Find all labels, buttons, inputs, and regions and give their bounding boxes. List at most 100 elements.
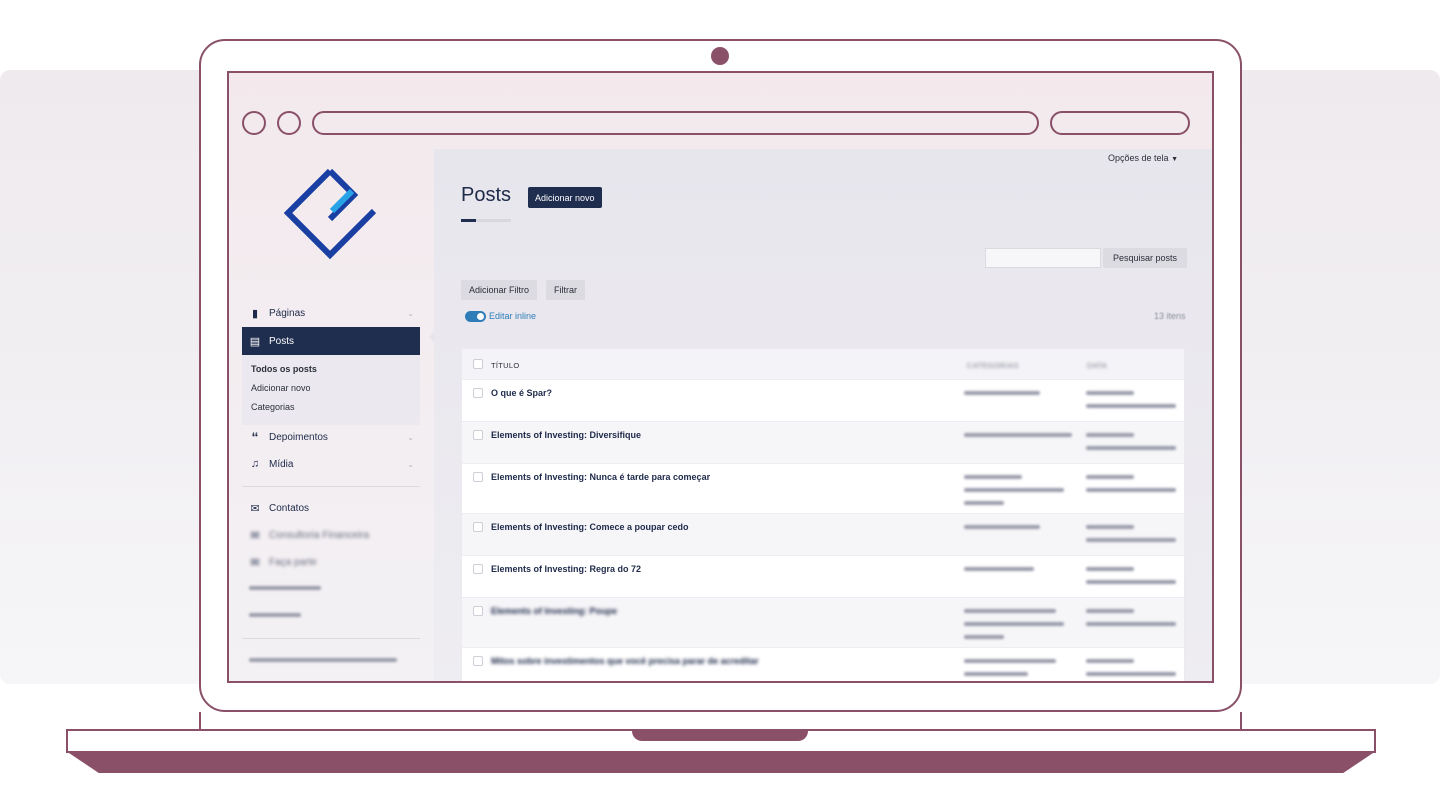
row-checkbox[interactable] xyxy=(473,430,483,440)
blurred-date xyxy=(1086,475,1134,479)
sidebar-item-label: Mídia xyxy=(269,458,294,470)
camera-icon xyxy=(711,47,729,65)
row-checkbox[interactable] xyxy=(473,472,483,482)
add-new-button[interactable]: Adicionar novo xyxy=(528,187,602,208)
admin-sidebar: ▮ Páginas ⌄ ▤ Posts Todos os posts Adici… xyxy=(229,149,434,681)
browser-button-left[interactable] xyxy=(242,111,266,135)
search-posts-button[interactable]: Pesquisar posts xyxy=(1103,248,1187,268)
filter-button[interactable]: Filtrar xyxy=(546,280,585,300)
blurred-date xyxy=(1086,538,1176,542)
page-title: Posts xyxy=(461,184,512,206)
blurred-date xyxy=(1086,525,1134,529)
blurred-category xyxy=(964,525,1040,529)
chevron-down-icon: ⌄ xyxy=(407,308,414,318)
mail-icon: ✉ xyxy=(250,502,260,515)
blurred-date xyxy=(1086,404,1176,408)
table-row[interactable]: Elements of Investing: Diversifique xyxy=(462,421,1184,463)
submenu-add-new[interactable]: Adicionar novo xyxy=(251,383,311,393)
table-row[interactable]: O que é Spar? xyxy=(462,379,1184,421)
chevron-down-icon: ⌄ xyxy=(407,432,414,442)
blurred-date xyxy=(1086,622,1176,626)
sidebar-divider xyxy=(242,486,420,487)
blurred-date xyxy=(1086,567,1134,571)
sidebar-item-paginas[interactable]: ▮ Páginas ⌄ xyxy=(242,299,420,327)
table-row[interactable]: Mitos sobre investimentos que você preci… xyxy=(462,647,1184,681)
column-date[interactable]: DATA xyxy=(1087,361,1107,370)
row-checkbox[interactable] xyxy=(473,656,483,666)
post-title-link[interactable]: Elements of Investing: Nunca é tarde par… xyxy=(491,472,710,482)
blurred-category xyxy=(964,672,1028,676)
blurred-category xyxy=(964,567,1034,571)
blurred-date xyxy=(1086,580,1176,584)
address-bar[interactable] xyxy=(312,111,1039,135)
sidebar-item-contatos[interactable]: ✉ Contatos xyxy=(242,494,420,522)
column-title[interactable]: TÍTULO xyxy=(491,361,519,370)
blurred-category xyxy=(964,475,1022,479)
blurred-date xyxy=(1086,433,1134,437)
blurred-date xyxy=(1086,488,1176,492)
pages-icon: ▮ xyxy=(251,307,259,320)
blurred-category xyxy=(964,391,1040,395)
blurred-category xyxy=(964,609,1056,613)
laptop-hinge xyxy=(199,712,1242,730)
posts-icon: ▤ xyxy=(249,335,261,348)
sidebar-item-midia[interactable]: ♫ Mídia ⌄ xyxy=(242,450,420,478)
title-underline xyxy=(461,219,511,222)
row-checkbox[interactable] xyxy=(473,564,483,574)
post-title-link[interactable]: Elements of Investing: Diversifique xyxy=(491,430,641,440)
table-header: TÍTULO CATEGORIAS DATA xyxy=(462,349,1184,379)
mail-icon: ✉ xyxy=(250,556,260,569)
submenu-categories[interactable]: Categorias xyxy=(251,402,295,412)
blurred-date xyxy=(1086,609,1134,613)
post-title-link[interactable]: Mitos sobre investimentos que você preci… xyxy=(491,656,759,666)
row-checkbox[interactable] xyxy=(473,606,483,616)
sidebar-item-faca-parte[interactable]: ✉ Faça parte xyxy=(242,548,420,576)
sidebar-item-label: Posts xyxy=(269,335,295,347)
inline-edit-label[interactable]: Editar inline xyxy=(489,311,536,321)
sidebar-item-consultoria[interactable]: ✉ Consultoria Financeira xyxy=(242,521,420,549)
add-filter-button[interactable]: Adicionar Filtro xyxy=(461,280,538,300)
laptop-foot xyxy=(66,751,1376,773)
blurred-category xyxy=(964,659,1056,663)
quote-icon: “ xyxy=(251,429,259,445)
chevron-down-icon: ⌄ xyxy=(407,459,414,469)
brand-logo-icon xyxy=(284,168,377,260)
post-title-link[interactable]: Elements of Investing: Poupe xyxy=(491,606,617,616)
table-row[interactable]: Elements of Investing: Poupe xyxy=(462,597,1184,647)
screen-options-label: Opções de tela xyxy=(1108,153,1169,163)
table-row[interactable]: Elements of Investing: Nunca é tarde par… xyxy=(462,463,1184,513)
items-count: 13 itens xyxy=(1154,311,1186,321)
post-title-link[interactable]: Elements of Investing: Comece a poupar c… xyxy=(491,522,689,532)
inline-edit-toggle[interactable] xyxy=(465,311,486,322)
post-title-link[interactable]: O que é Spar? xyxy=(491,388,552,398)
table-row[interactable]: Elements of Investing: Regra do 72 xyxy=(462,555,1184,597)
sidebar-item-label: Contatos xyxy=(269,502,310,514)
posts-table: TÍTULO CATEGORIAS DATA O que é Spar? Ele… xyxy=(462,349,1184,681)
mail-icon: ✉ xyxy=(250,529,260,542)
sidebar-item-depoimentos[interactable]: “ Depoimentos ⌄ xyxy=(242,423,420,451)
post-title-link[interactable]: Elements of Investing: Regra do 72 xyxy=(491,564,641,574)
browser-search-bar[interactable] xyxy=(1050,111,1190,135)
laptop-screen: ▮ Páginas ⌄ ▤ Posts Todos os posts Adici… xyxy=(227,71,1214,683)
laptop-notch xyxy=(632,729,808,741)
blurred-date xyxy=(1086,391,1134,395)
media-icon: ♫ xyxy=(250,458,260,470)
sidebar-divider xyxy=(242,638,420,639)
blurred-category xyxy=(964,622,1064,626)
table-row[interactable]: Elements of Investing: Comece a poupar c… xyxy=(462,513,1184,555)
sidebar-item-label: Páginas xyxy=(269,307,306,319)
select-all-checkbox[interactable] xyxy=(473,359,483,369)
sidebar-item-label: Faça parte xyxy=(269,556,317,568)
submenu-all-posts[interactable]: Todos os posts xyxy=(251,364,317,374)
blurred-sidebar-item xyxy=(249,658,397,662)
posts-submenu: Todos os posts Adicionar novo Categorias xyxy=(242,355,420,425)
sidebar-item-label: Consultoria Financeira xyxy=(269,529,370,541)
browser-button-right[interactable] xyxy=(277,111,301,135)
sidebar-item-posts[interactable]: ▤ Posts xyxy=(242,327,420,355)
row-checkbox[interactable] xyxy=(473,388,483,398)
row-checkbox[interactable] xyxy=(473,522,483,532)
screen-options-button[interactable]: Opções de tela ▼ xyxy=(1108,153,1178,163)
search-input[interactable] xyxy=(985,248,1101,268)
blurred-category xyxy=(964,433,1072,437)
caret-down-icon: ▼ xyxy=(1171,156,1178,163)
